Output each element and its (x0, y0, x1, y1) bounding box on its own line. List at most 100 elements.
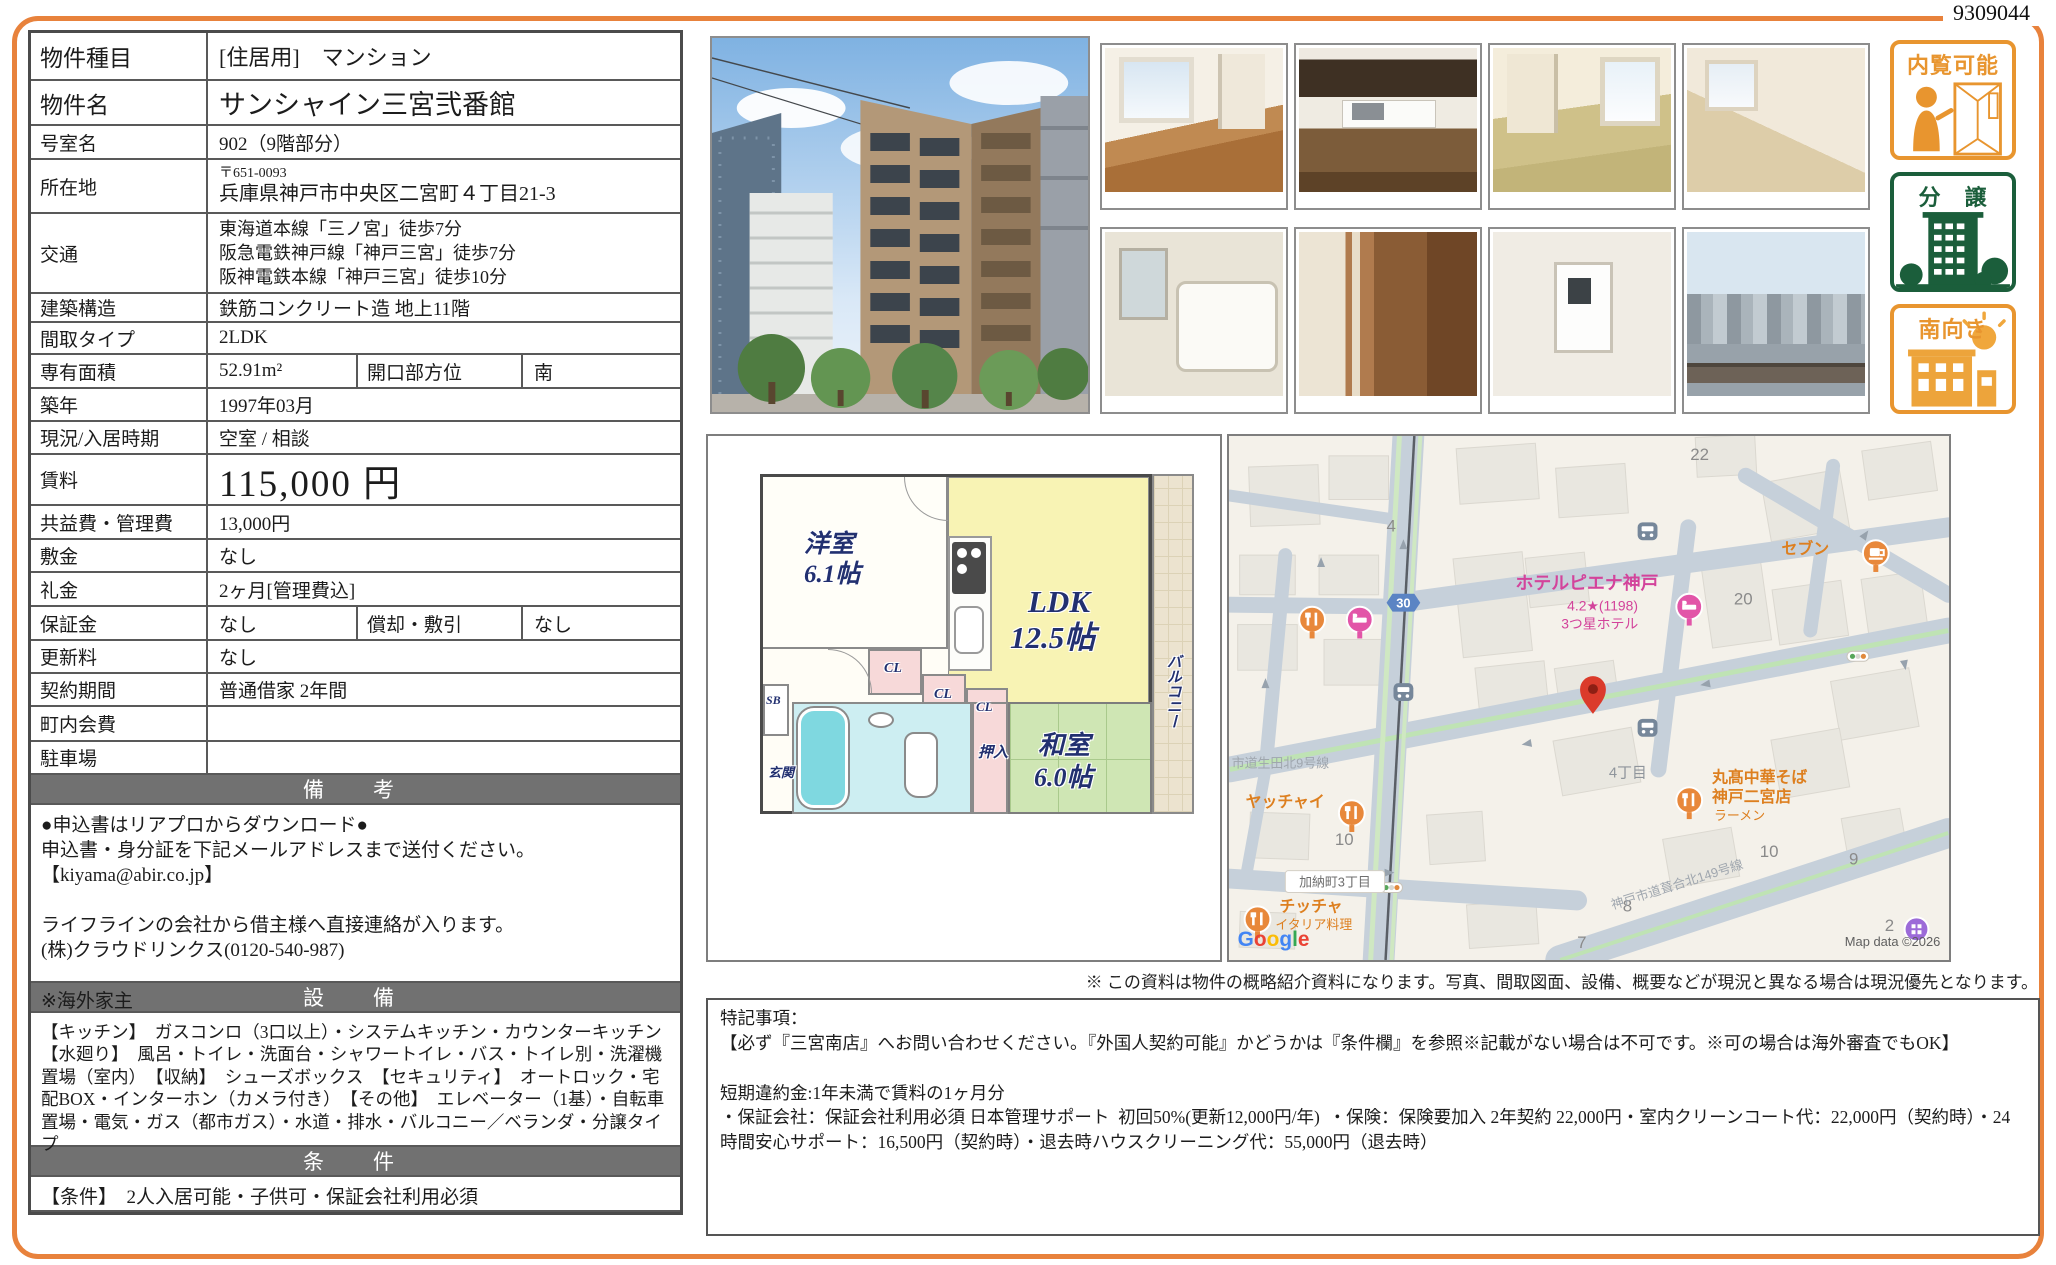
photo-thumb-intercom (1488, 227, 1676, 414)
map-label: 4丁目 (1609, 765, 1647, 781)
map-label: 10 (1335, 830, 1354, 849)
address: 兵庫県神戸市中央区二宮町４丁目21-3 (219, 182, 680, 206)
photo-thumb-living-room (1100, 43, 1288, 210)
burner (957, 564, 967, 574)
row-value: なし (208, 607, 358, 639)
map-label: 10 (1760, 842, 1779, 861)
map-pin-bus (1638, 522, 1658, 540)
row-label: 共益費・管理費 (31, 506, 208, 538)
map-credit: Map data ©2026 (1845, 934, 1941, 949)
map-pin-r30 (1387, 594, 1421, 612)
row-value: 115,000 円 (208, 455, 680, 504)
badge-label: 内覧可能 (1894, 48, 2012, 80)
property-table: 物件種目[住居用] マンション物件名サンシャイン三宮弐番館号室名902（9階部分… (28, 30, 683, 1215)
ldk-label: LDK (1028, 586, 1090, 619)
row-value: [住居用] マンション (208, 33, 680, 79)
balcony-view-photo (1687, 232, 1865, 396)
row-label: 交通 (31, 214, 208, 292)
notes-body: ●申込書はリアプロからダウンロード● 申込書・身分証を下記メールアドレスまで送付… (31, 805, 680, 983)
balcony-label: バルコニー (1164, 654, 1180, 729)
map-pin-tl (1847, 651, 1869, 661)
ldk-size: 12.5帖 (1010, 622, 1095, 655)
table-row: 敷金なし (31, 540, 680, 573)
row-label: 町内会費 (31, 707, 208, 740)
map-label: 丸髙中華そば (1711, 767, 1807, 786)
table-row: 礼金2ヶ月[管理費込] (31, 573, 680, 607)
map-label: 20 (1734, 590, 1753, 609)
bathtub (798, 708, 848, 808)
row-label: 築年 (31, 389, 208, 420)
transit-line: 阪神電鉄本線「神戸三宮」徒歩10分 (219, 265, 680, 289)
special-notes: 特記事項： 【必ず『三宮南店』へお問い合わせください。『外国人契約可能』かどうか… (706, 998, 2040, 1236)
map-label: ラーメン (1714, 808, 1765, 823)
intercom-photo (1493, 232, 1671, 396)
balcony (1152, 474, 1194, 814)
tatami-room-photo (1493, 48, 1671, 192)
map-area-label: 加納町3丁目 (1299, 875, 1371, 890)
burner (957, 548, 967, 558)
western-room-label: 洋室 (804, 532, 854, 558)
photo-thumb-balcony-view (1682, 227, 1870, 414)
burner (971, 548, 981, 558)
row-label: 保証金 (31, 607, 208, 639)
table-row: 更新料なし (31, 641, 680, 674)
row-value: 902（9階部分） (208, 126, 680, 158)
property-flyer: 9309044 物件種目[住居用] マンション物件名サンシャイン三宮弐番館号室名… (0, 0, 2056, 1265)
shoe-box (763, 684, 789, 736)
row-label: 所在地 (31, 160, 208, 212)
bathroom-photo (1105, 232, 1283, 396)
location-map: 30 4222010987210セブンホテルピエナ神戸4.2★(1198)3つ星… (1227, 434, 1951, 962)
row-label: 専有面積 (31, 355, 208, 387)
equipment-body: 【キッチン】 ガスコンロ（3口以上）・システムキッチン・カウンターキッチン 【水… (31, 1013, 680, 1147)
living-room-photo (1105, 48, 1283, 192)
toilet (904, 732, 938, 798)
notes-header: 備 考 (31, 775, 680, 805)
map-label: チッチャ (1279, 898, 1342, 915)
photo-thumb-room-corner (1682, 43, 1870, 210)
kitchen-photo (1299, 48, 1477, 192)
map-building (1466, 900, 1538, 948)
row-label: 契約期間 (31, 674, 208, 705)
map-building (1324, 639, 1382, 685)
row-value: 空室 / 相談 (208, 422, 680, 453)
map-label: ヤッチャイ (1246, 794, 1325, 811)
row-value: 鉄筋コンクリート造 地上11階 (208, 294, 680, 321)
floorplan: 洋室6.1帖LDK12.5帖和室6.0帖押入バルコニーCLCLCLSB玄関 (708, 436, 1220, 960)
table-row: 築年1997年03月 (31, 389, 680, 422)
room-corner-photo (1687, 48, 1865, 192)
table-row: 建築構造鉄筋コンクリート造 地上11階 (31, 294, 680, 323)
row-value: なし (208, 540, 680, 571)
row-label: 物件名 (31, 81, 208, 124)
row-label: 現況/入居時期 (31, 422, 208, 453)
map-label: 2 (1885, 916, 1894, 935)
table-row: 契約期間普通借家 2年間 (31, 674, 680, 707)
western-room-size: 6.1帖 (804, 562, 860, 588)
photo-thumb-closet (1294, 227, 1482, 414)
map-building (1319, 555, 1379, 595)
map-pin-bus (1638, 719, 1658, 737)
map-building (1862, 441, 1938, 500)
row-value: 52.91m² (208, 355, 358, 387)
table-row: 保証金なし償却・敷引なし (31, 607, 680, 641)
google-logo: Google (1238, 928, 1310, 951)
row-label: 礼金 (31, 573, 208, 605)
row-label: 賃料 (31, 455, 208, 504)
badge-viewing-person: 内覧可能 (1890, 40, 2016, 160)
row-value: 普通借家 2年間 (208, 674, 680, 705)
map-canvas: 30 4222010987210セブンホテルピエナ神戸4.2★(1198)3つ星… (1229, 436, 1949, 960)
map-building (1329, 456, 1389, 500)
disclaimer-note: ※ この資料は物件の概略紹介資料になります。写真、間取図面、設備、概要などが現況… (708, 968, 2038, 993)
row-label: 駐車場 (31, 742, 208, 773)
table-row: 物件名サンシャイン三宮弐番館 (31, 81, 680, 126)
map-label: 神戸二宮店 (1712, 787, 1791, 806)
table-row: 間取タイプ2LDK (31, 323, 680, 355)
sb-label: SB (766, 694, 781, 707)
sink (954, 606, 984, 654)
badge-label: 南向き (1894, 312, 2012, 344)
japanese-room-label: 和室 (1038, 732, 1090, 759)
map-building (1456, 443, 1539, 504)
washbasin (868, 712, 894, 728)
row-label: 間取タイプ (31, 323, 208, 353)
table-row: 専有面積52.91m²開口部方位南 (31, 355, 680, 389)
conditions-header: 条 件 (31, 1147, 680, 1177)
